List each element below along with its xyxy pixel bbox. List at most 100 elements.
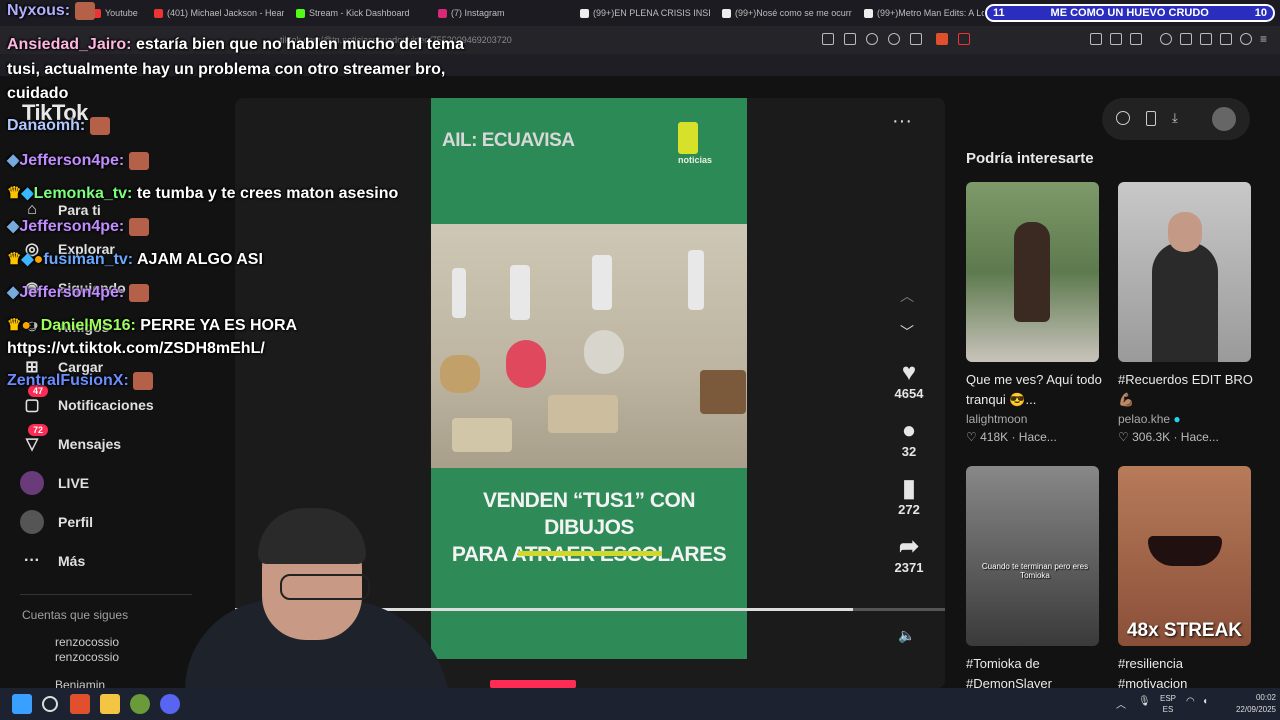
coins-icon[interactable] — [1116, 111, 1130, 125]
nav-profile[interactable]: Perfil — [20, 510, 93, 534]
suggestion-stats: ♡ 306.3K · Hace... — [1118, 430, 1219, 444]
following-account[interactable]: renzocossio renzocossio — [55, 635, 119, 665]
discord-icon[interactable] — [160, 694, 180, 714]
wallet-icon[interactable] — [1110, 33, 1122, 45]
badge-icon: ◆ — [21, 185, 34, 202]
video-options-icon[interactable]: ··· — [892, 110, 912, 133]
tiktok-icon — [580, 8, 589, 18]
microphone-icon[interactable]: 🎙 — [1138, 696, 1151, 707]
device-icon[interactable] — [1146, 111, 1156, 126]
chat-message: ZentralFusionX: — [7, 372, 154, 390]
nav-live[interactable]: LIVE — [20, 471, 89, 495]
previous-video-icon[interactable]: ︿ — [900, 286, 914, 306]
brave-shield-icon[interactable] — [936, 33, 948, 45]
next-video-thumbnail[interactable] — [490, 680, 576, 688]
save-button[interactable]: ▮ 272 — [888, 476, 930, 518]
chat-message: ◆Jefferson4pe: — [7, 282, 149, 302]
share-button[interactable]: ➦ 2371 — [888, 533, 930, 576]
message-icon: ▽ 72 — [20, 424, 49, 456]
caption-underline — [518, 551, 662, 556]
suggestion-card[interactable] — [966, 182, 1099, 362]
following-header: Cuentas que sigues — [22, 608, 129, 622]
thumbnail-face — [1168, 212, 1202, 252]
flask-image — [506, 340, 546, 388]
chat-message: ◆Jefferson4pe: — [7, 150, 149, 170]
emote-icon — [128, 283, 149, 302]
badge-icon: ◆ — [21, 251, 34, 268]
comment-button[interactable]: ● 32 — [888, 418, 930, 460]
share-icon[interactable] — [910, 33, 922, 45]
share-arrow-icon: ➦ — [898, 533, 920, 560]
language-indicator[interactable]: ESP ES — [1160, 693, 1176, 715]
volume-icon[interactable]: 🔈 — [898, 627, 915, 644]
suggestion-card[interactable]: Cuando te terminan pero eres Tomioka — [966, 466, 1099, 646]
nav-messages[interactable]: ▽ 72 Mensajes — [20, 424, 121, 456]
tab-michael-jackson[interactable]: (401) Michael Jackson - Heartl — [154, 4, 284, 22]
sidebar-icon[interactable] — [1180, 33, 1192, 45]
thumbnail-figure — [1152, 242, 1218, 362]
tab-kick-dashboard[interactable]: Stream - Kick Dashboard — [296, 4, 426, 22]
brave-browser-icon[interactable] — [70, 694, 90, 714]
emote-icon — [128, 217, 149, 236]
flask-image — [510, 265, 530, 320]
badge-icon: ● — [21, 317, 32, 334]
windows-taskbar — [0, 688, 1280, 720]
vpn-icon[interactable] — [1130, 33, 1142, 45]
suggestion-card[interactable] — [1118, 182, 1251, 362]
zoom-icon[interactable] — [888, 33, 900, 45]
flask-image — [592, 255, 612, 310]
profile-icon[interactable] — [1220, 33, 1232, 45]
badge-icon: ◆ — [7, 218, 20, 235]
music-icon[interactable] — [1160, 33, 1172, 45]
start-icon[interactable] — [12, 694, 32, 714]
tray-chevron-icon[interactable]: ︿ — [1116, 696, 1126, 711]
chat-link[interactable]: https://vt.tiktok.com/ZSDH8mEhL/ — [7, 340, 265, 358]
divider — [20, 594, 192, 595]
more-icon: ··· — [24, 552, 40, 569]
avatar[interactable] — [1212, 107, 1236, 131]
news-logo-text: noticias — [678, 155, 713, 165]
file-explorer-icon[interactable] — [100, 694, 120, 714]
suggestion-card[interactable]: 48x STREAK — [1118, 466, 1251, 646]
suggestion-user[interactable]: pelao.khe ● — [1118, 412, 1181, 426]
badge-icon: ◆ — [7, 152, 20, 169]
suggestion-user[interactable]: lalightmoon — [966, 412, 1027, 426]
downloads-icon[interactable] — [1200, 33, 1212, 45]
tab-tiktok-metro[interactable]: (99+)Metro Man Edits: A Loc — [864, 4, 984, 22]
download-icon[interactable]: ⤓ — [1172, 110, 1178, 126]
tab-tiktok-crisis[interactable]: (99+)EN PLENA CRISIS INSEGU — [580, 4, 710, 22]
instagram-icon — [438, 8, 447, 18]
suggestion-title[interactable]: Que me ves? Aquí todo tranqui 😎... — [966, 370, 1106, 410]
flask-image — [452, 268, 466, 318]
shield-icon[interactable] — [1240, 33, 1252, 45]
volume-tray-icon[interactable]: ◖ — [1202, 696, 1208, 707]
app-icon[interactable] — [130, 694, 150, 714]
stream-goal-bar: 11 ME COMO UN HUEVO CRUDO 10 — [985, 4, 1275, 22]
crown-icon: ♛ — [7, 317, 22, 334]
badge-icon: ● — [33, 251, 44, 268]
extension-icon[interactable] — [1090, 33, 1102, 45]
screen-icon[interactable] — [844, 33, 856, 45]
rewards-icon[interactable] — [958, 33, 970, 45]
live-icon — [20, 471, 44, 495]
suggestion-title[interactable]: #Recuerdos EDIT BRO 💪🏽 — [1118, 370, 1258, 410]
chat-message: ◆Jefferson4pe: — [7, 216, 149, 236]
chat-message: Danaomh: — [7, 117, 110, 135]
nav-notifications[interactable]: ▢ 47 Notificaciones — [20, 385, 154, 417]
search-icon[interactable] — [42, 696, 58, 712]
tab-tiktok-nose[interactable]: (99+)Nosé como se me ocurrió — [722, 4, 852, 22]
taskbar-clock[interactable]: 00:02 22/09/2025 — [1218, 692, 1276, 716]
suggestion-stats: ♡ 418K · Hace... — [966, 430, 1057, 444]
translate-icon[interactable] — [866, 33, 878, 45]
sample-bag-image — [440, 355, 480, 393]
tab-youtube[interactable]: Youtube — [92, 4, 152, 22]
nav-more[interactable]: ··· Más — [20, 549, 85, 573]
menu-icon[interactable]: ≡ — [1260, 33, 1272, 45]
news-logo-icon — [678, 122, 698, 154]
tab-instagram[interactable]: (7) Instagram — [438, 4, 568, 22]
reader-icon[interactable] — [822, 33, 834, 45]
wifi-icon[interactable]: ◠ — [1186, 696, 1195, 707]
thumbnail-caption: Cuando te terminan pero eres Tomioka — [981, 562, 1089, 580]
like-button[interactable]: ♥ 4654 — [888, 360, 930, 402]
next-video-icon[interactable]: ﹀ — [900, 322, 914, 342]
